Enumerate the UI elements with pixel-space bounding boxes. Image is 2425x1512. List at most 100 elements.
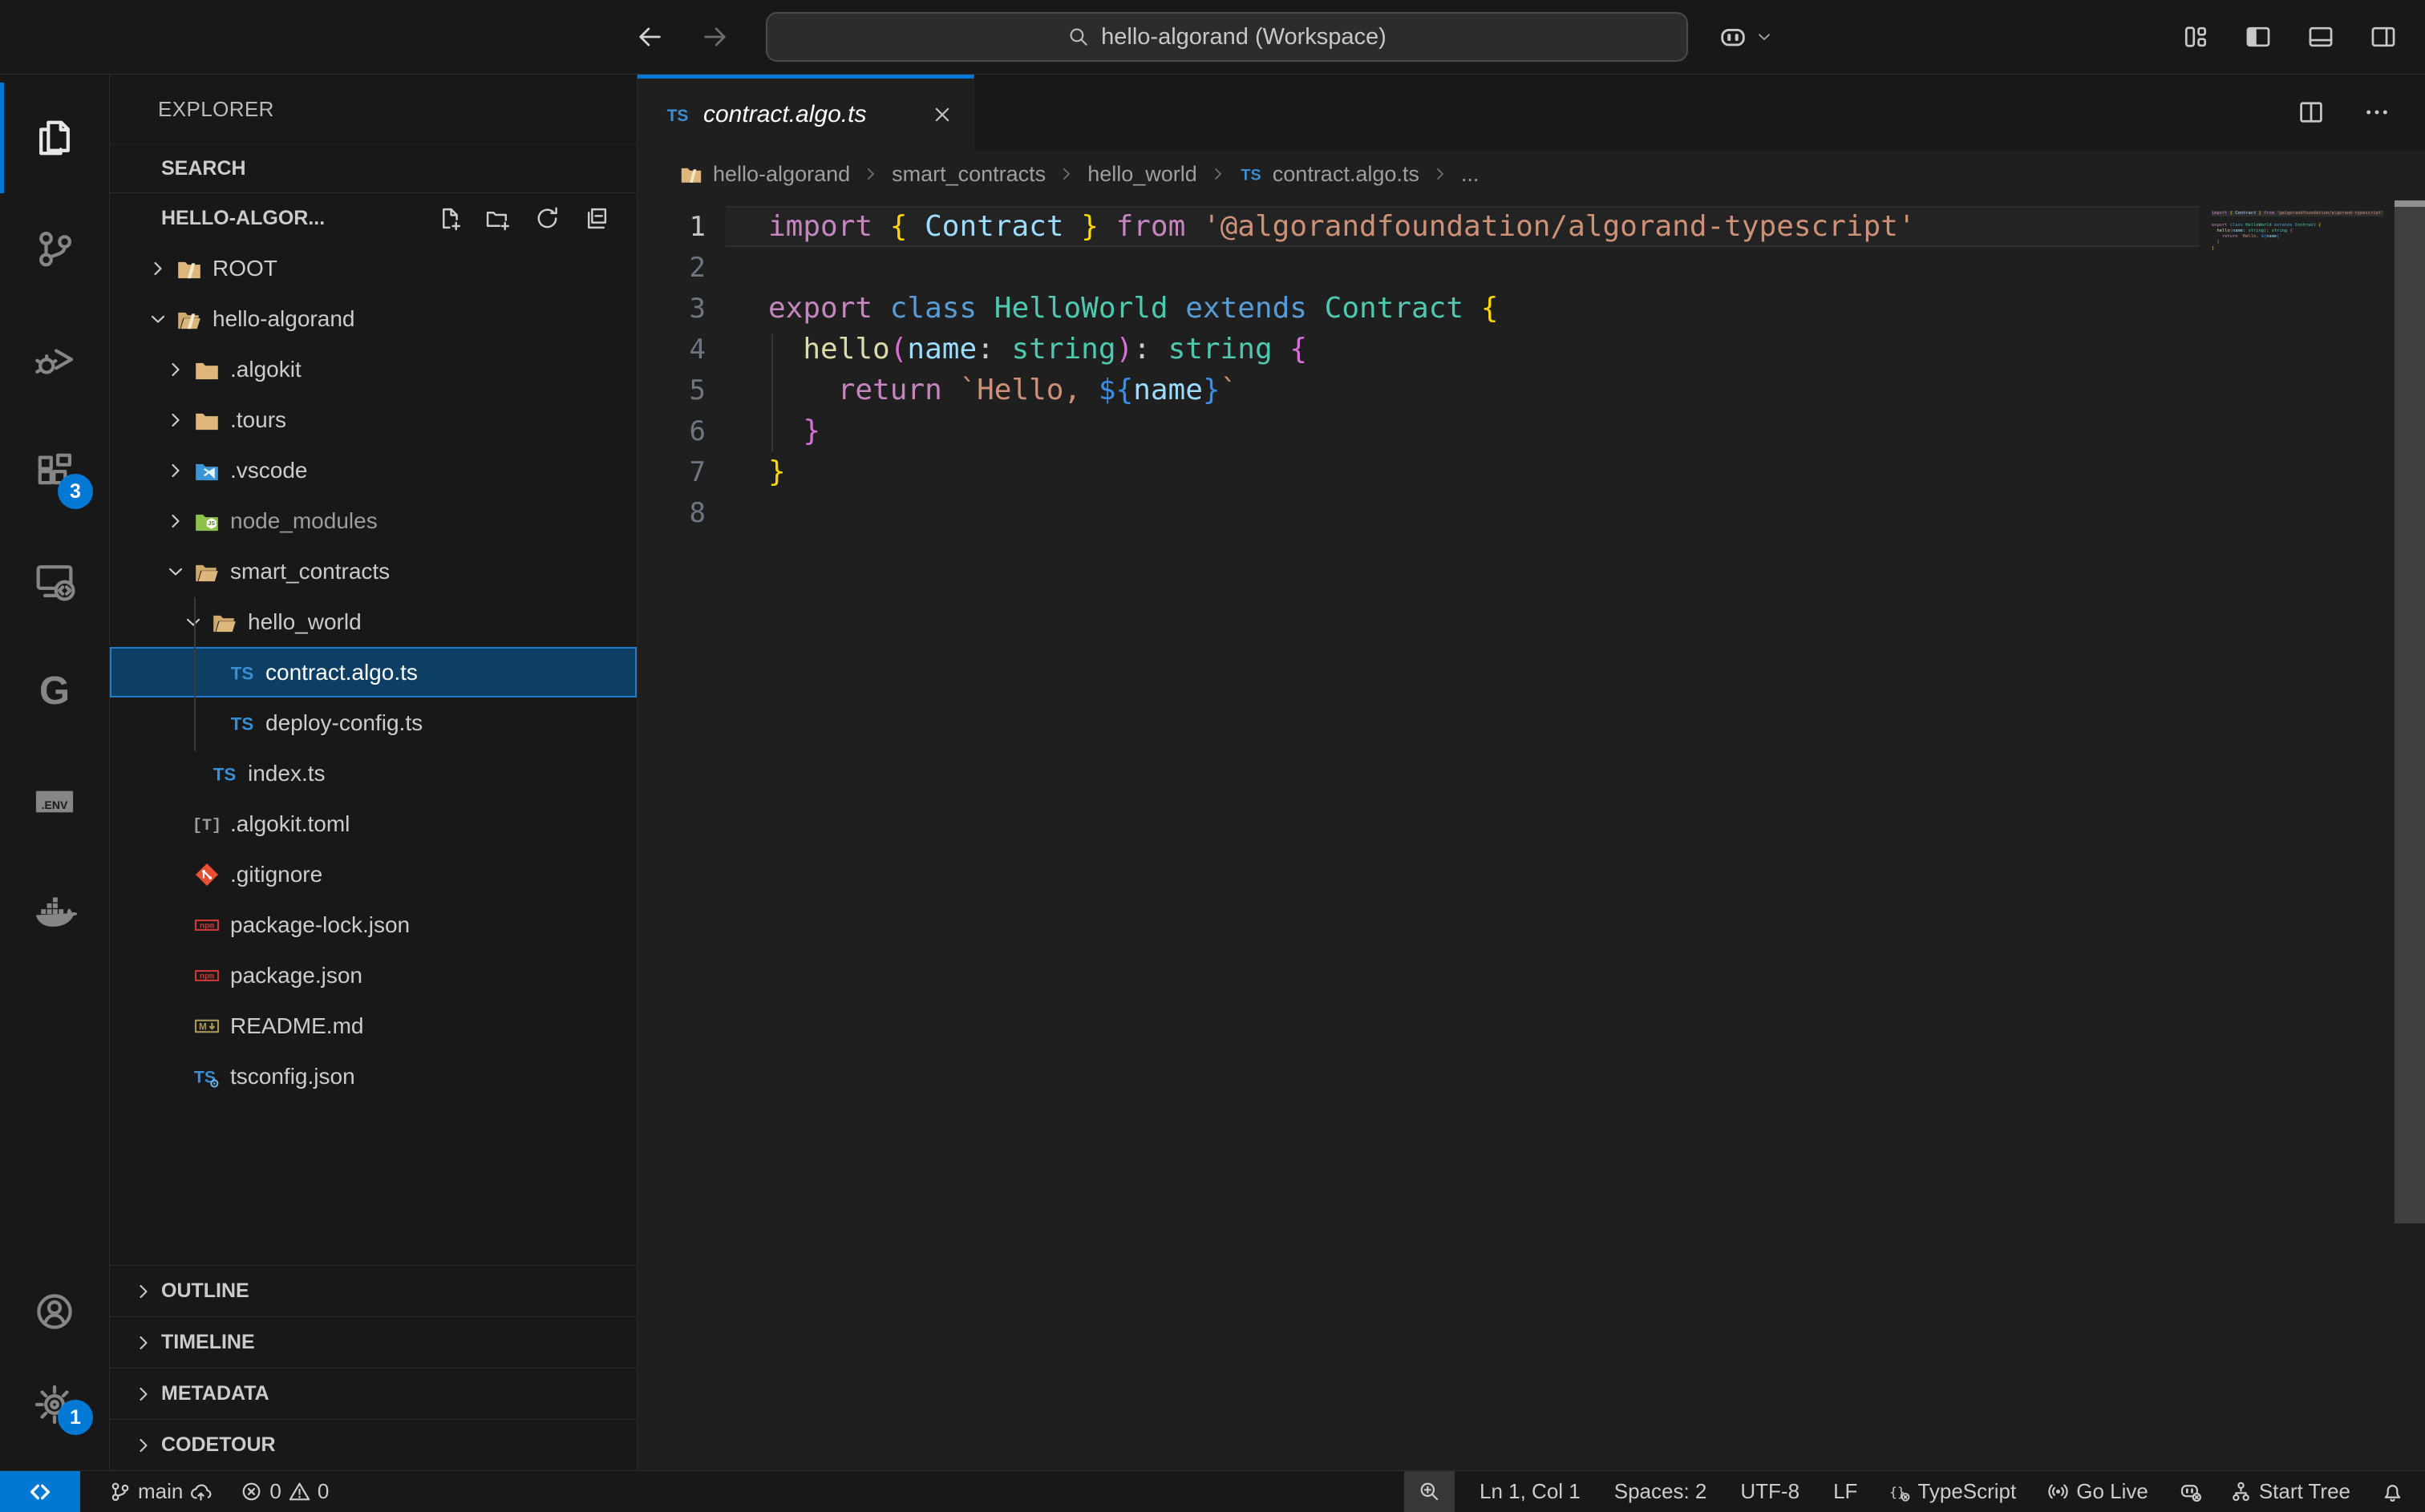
tree-item--tours[interactable]: .tours xyxy=(110,394,637,445)
layout-panel-button[interactable] xyxy=(2306,22,2335,51)
tree-item-deploy-config-ts[interactable]: TSdeploy-config.ts xyxy=(110,697,637,748)
more-actions-icon[interactable] xyxy=(581,97,605,121)
activity-item-accounts[interactable] xyxy=(0,1265,109,1358)
layout-panel-icon xyxy=(2306,22,2335,51)
collapse-all-button[interactable] xyxy=(583,205,609,232)
status-zoom[interactable] xyxy=(1404,1471,1455,1512)
tree-item-package-lock-json[interactable]: npmpackage-lock.json xyxy=(110,900,637,950)
tree-item-index-ts[interactable]: TSindex.ts xyxy=(110,748,637,798)
status-indentation[interactable]: Spaces: 2 xyxy=(1597,1471,1724,1512)
status-problems[interactable]: 00 xyxy=(226,1471,346,1512)
line-number: 1 xyxy=(638,211,726,243)
status-cursor-position[interactable]: Ln 1, Col 1 xyxy=(1463,1471,1597,1512)
tab-contract-algo-ts[interactable]: TS contract.algo.ts xyxy=(638,75,974,150)
breadcrumb-item-hello-algorand[interactable]: hello-algorand xyxy=(679,162,850,187)
code-token: { xyxy=(1289,333,1307,366)
line-number: 8 xyxy=(638,497,726,529)
tree-item-smart-contracts[interactable]: smart_contracts xyxy=(110,546,637,596)
chevron-right-icon xyxy=(132,1383,155,1405)
code-token: export xyxy=(768,292,872,325)
tree-item-readme-md[interactable]: MREADME.md xyxy=(110,1001,637,1051)
status-encoding[interactable]: UTF-8 xyxy=(1723,1471,1816,1512)
section-codetour[interactable]: CODETOUR xyxy=(110,1419,637,1470)
tree-item--vscode[interactable]: .vscode xyxy=(110,445,637,495)
activity-item-remote-explorer[interactable] xyxy=(0,525,109,636)
tree-item-package-json[interactable]: npmpackage.json xyxy=(110,950,637,1001)
refresh-button[interactable] xyxy=(534,205,561,232)
breadcrumb-item-smart-contracts[interactable]: smart_contracts xyxy=(892,162,1046,187)
activity-item-docker[interactable] xyxy=(0,857,109,968)
status-copilot-status[interactable] xyxy=(2165,1471,2216,1512)
tree-item-hello-world[interactable]: hello_world xyxy=(110,596,637,647)
section-timeline[interactable]: TIMELINE xyxy=(110,1316,637,1368)
folder-icon xyxy=(193,356,221,383)
explorer-toolbar xyxy=(436,205,637,232)
tree-item-label: .gitignore xyxy=(230,862,322,887)
chevron-right-icon xyxy=(1208,164,1228,184)
breadcrumb-item-hello-world[interactable]: hello_world xyxy=(1087,162,1197,187)
activity-badge: 3 xyxy=(58,474,93,509)
vscode-window: hello-algorand (Workspace) 3G.ENV 1 EXPL… xyxy=(0,0,2425,1512)
layout-customize-button[interactable] xyxy=(2181,22,2210,51)
split-editor-button[interactable] xyxy=(2297,98,2326,127)
section-search[interactable]: SEARCH xyxy=(110,144,637,193)
svg-text:TS: TS xyxy=(667,107,689,125)
back-button[interactable] xyxy=(632,19,667,55)
tree-item-root[interactable]: ROOT xyxy=(110,243,637,293)
remote-indicator-icon xyxy=(26,1478,55,1506)
cloud-upload-icon xyxy=(189,1480,213,1503)
breadcrumb-item--[interactable]: ... xyxy=(1461,162,1480,187)
minimap-token: hello xyxy=(2217,228,2230,233)
layout-sidebar-left-button[interactable] xyxy=(2244,22,2273,51)
status-notifications[interactable] xyxy=(2367,1471,2425,1512)
more-button[interactable] xyxy=(2362,98,2391,127)
status-start-tree[interactable]: Start Tree xyxy=(2216,1471,2367,1512)
layout-sidebar-right-icon xyxy=(2369,22,2398,51)
tree-item-hello-algorand[interactable]: hello-algorand xyxy=(110,293,637,344)
code-token: return xyxy=(838,374,942,406)
new-file-button[interactable] xyxy=(436,205,463,232)
section-outline[interactable]: OUTLINE xyxy=(110,1265,637,1316)
tree-item-node-modules[interactable]: JSnode_modules xyxy=(110,495,637,546)
tree-item--algokit[interactable]: .algokit xyxy=(110,344,637,394)
status-language[interactable]: {}TypeScript xyxy=(1874,1471,2033,1512)
activity-item-source-control[interactable] xyxy=(0,193,109,304)
status-text: 0 xyxy=(266,1479,284,1504)
new-folder-button[interactable] xyxy=(485,205,512,232)
ts-config-icon: TS xyxy=(193,1063,221,1090)
minimap-token: name xyxy=(2233,228,2243,233)
npm-icon: npm xyxy=(193,912,221,939)
minimap-token: HelloWorld xyxy=(2245,223,2271,228)
activity-item-explorer[interactable] xyxy=(0,83,109,193)
minimap-token: class xyxy=(2230,223,2243,228)
breadcrumb-item-contract-algo-ts[interactable]: TScontract.algo.ts xyxy=(1239,162,1419,187)
activity-item-extensions[interactable]: 3 xyxy=(0,414,109,525)
status-branch[interactable]: main xyxy=(95,1471,226,1512)
forward-button[interactable] xyxy=(698,19,733,55)
activity-item-algokit[interactable]: G xyxy=(0,636,109,746)
minimap[interactable]: import { Contract } from '@algorandfound… xyxy=(2212,211,2383,257)
chevron-right-icon xyxy=(164,510,187,532)
tree-item-tsconfig-json[interactable]: TStsconfig.json xyxy=(110,1051,637,1102)
code-editor[interactable]: 1 import { Contract } from '@algorandfoun… xyxy=(638,198,2425,1470)
status-remote[interactable] xyxy=(0,1471,80,1512)
activity-item-settings[interactable]: 1 xyxy=(0,1358,109,1451)
scrollbar[interactable] xyxy=(2395,207,2425,1223)
copilot-menu-button[interactable] xyxy=(1718,0,1774,74)
status-go-live[interactable]: Go Live xyxy=(2033,1471,2165,1512)
close-icon[interactable] xyxy=(930,103,954,127)
tree-item--algokit-toml[interactable]: [T].algokit.toml xyxy=(110,798,637,849)
code-line-content xyxy=(726,247,2199,288)
activity-item-run-debug[interactable] xyxy=(0,304,109,414)
tree-item--gitignore[interactable]: .gitignore xyxy=(110,849,637,900)
tree-item-label: contract.algo.ts xyxy=(265,660,418,685)
command-center[interactable]: hello-algorand (Workspace) xyxy=(766,12,1688,62)
tree-item-contract-algo-ts[interactable]: TScontract.algo.ts xyxy=(110,647,637,697)
section-metadata[interactable]: METADATA xyxy=(110,1368,637,1419)
status-eol[interactable]: LF xyxy=(1816,1471,1874,1512)
code-token xyxy=(872,210,890,243)
section-workspace[interactable]: HELLO-ALGOR... xyxy=(110,193,637,243)
activity-item-dotenv[interactable]: .ENV xyxy=(0,746,109,857)
minimap-line: hello(name: string): string { xyxy=(2212,228,2383,234)
layout-sidebar-right-button[interactable] xyxy=(2369,22,2398,51)
